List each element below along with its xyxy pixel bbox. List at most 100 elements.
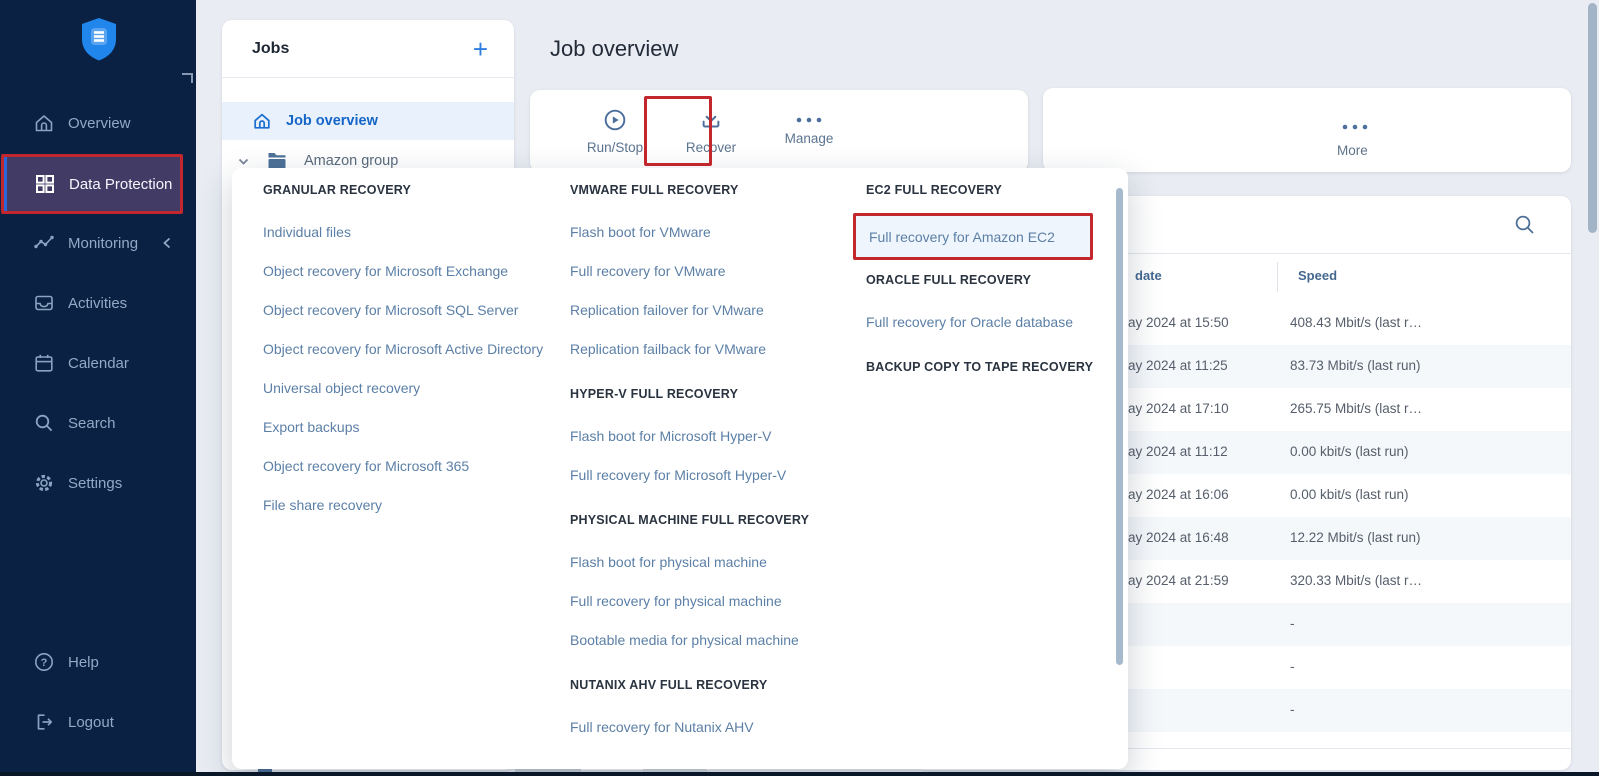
menu-item-object-recovery-exchange[interactable]: Object recovery for Microsoft Exchange (263, 251, 555, 290)
menu-item-full-recovery-hyper-v[interactable]: Full recovery for Microsoft Hyper-V (570, 455, 855, 494)
recover-menu-column-cloud: EC2 FULL RECOVERY Full recovery for Amaz… (853, 168, 1116, 389)
menu-section-vmware-full-recovery: VMWARE FULL RECOVERY Flash boot for VMwa… (570, 182, 855, 368)
sidebar-item-label: Calendar (68, 354, 129, 372)
menu-item-flash-boot-hyper-v[interactable]: Flash boot for Microsoft Hyper-V (570, 416, 855, 455)
run-stop-label: Run/Stop (586, 140, 644, 155)
cell-date: ay 2024 at 16:06 (1128, 487, 1229, 502)
chevron-down-icon[interactable] (236, 154, 251, 169)
grid-icon (34, 173, 56, 195)
menu-section-physical-machine-full-recovery: PHYSICAL MACHINE FULL RECOVERY Flash boo… (570, 512, 855, 659)
column-header-date[interactable]: date (1135, 268, 1162, 283)
sidebar-item-label: Search (68, 414, 116, 432)
menu-item-full-recovery-physical-machine[interactable]: Full recovery for physical machine (570, 581, 855, 620)
cell-speed: 0.00 kbit/s (last run) (1290, 444, 1409, 459)
sidebar-item-label: Data Protection (69, 175, 173, 193)
sidebar-item-settings[interactable]: Settings (0, 464, 196, 502)
cell-speed: 408.43 Mbit/s (last r… (1290, 315, 1423, 330)
run-stop-button[interactable]: Run/Stop (572, 100, 658, 162)
menu-item-full-recovery-nutanix-ahv[interactable]: Full recovery for Nutanix AHV (570, 707, 855, 746)
menu-item-universal-object-recovery[interactable]: Universal object recovery (263, 368, 555, 407)
sidebar-item-label: Settings (68, 474, 123, 492)
menu-section-backup-copy-to-tape-recovery: BACKUP COPY TO TAPE RECOVERY (866, 359, 1116, 375)
menu-section-title: NUTANIX AHV FULL RECOVERY (570, 678, 768, 692)
cell-speed: - (1290, 702, 1295, 717)
app-logo-shield-icon (80, 17, 118, 61)
cell-speed: 83.73 Mbit/s (last run) (1290, 358, 1421, 373)
sidebar-item-label: Monitoring (68, 234, 139, 252)
search-icon (33, 412, 55, 434)
stats-more-button[interactable]: More (1330, 108, 1400, 158)
cell-date: ay 2024 at 11:25 (1128, 358, 1228, 373)
menu-section-title: BACKUP COPY TO TAPE RECOVERY (866, 360, 1094, 374)
cell-speed: 320.33 Mbit/s (last r… (1290, 573, 1423, 588)
calendar-icon (33, 352, 55, 374)
sidebar-item-label: Overview (68, 114, 131, 132)
window-bottom-edge (0, 772, 1599, 776)
cell-speed: 265.75 Mbit/s (last r… (1290, 401, 1423, 416)
menu-item-object-recovery-active-directory[interactable]: Object recovery for Microsoft Active Dir… (263, 329, 555, 368)
menu-section-title: GRANULAR RECOVERY (263, 183, 412, 197)
table-search-icon[interactable] (1513, 213, 1537, 242)
column-divider (1277, 262, 1278, 292)
ellipsis-icon (1340, 118, 1370, 136)
menu-section-title: HYPER-V FULL RECOVERY (570, 387, 739, 401)
menu-item-bootable-media-physical-machine[interactable]: Bootable media for physical machine (570, 620, 855, 659)
sidebar-item-activities[interactable]: Activities (0, 284, 196, 322)
menu-item-replication-failback-vmware[interactable]: Replication failback for VMware (570, 329, 855, 368)
page-title: Job overview (550, 36, 679, 61)
sidebar-item-logout[interactable]: Logout (0, 703, 196, 741)
manage-label: Manage (784, 131, 834, 146)
menu-item-replication-failover-vmware[interactable]: Replication failover for VMware (570, 290, 855, 329)
home-icon (33, 112, 55, 134)
dropdown-scrollbar-thumb[interactable] (1116, 188, 1123, 665)
menu-section-nutanix-ahv-full-recovery: NUTANIX AHV FULL RECOVERY Full recovery … (570, 677, 855, 746)
sidebar-item-search[interactable]: Search (0, 404, 196, 442)
recover-dropdown-menu: GRANULAR RECOVERY Individual files Objec… (232, 168, 1128, 769)
gear-icon (33, 472, 55, 494)
menu-item-full-recovery-amazon-ec2[interactable]: Full recovery for Amazon EC2 (853, 213, 1093, 260)
chevron-left-icon[interactable] (161, 236, 172, 250)
manage-button[interactable]: Manage (766, 100, 852, 162)
sidebar-item-overview[interactable]: Overview (0, 104, 196, 142)
menu-item-object-recovery-microsoft-365[interactable]: Object recovery for Microsoft 365 (263, 446, 555, 485)
menu-section-title: VMWARE FULL RECOVERY (570, 183, 739, 197)
menu-item-flash-boot-vmware[interactable]: Flash boot for VMware (570, 212, 855, 251)
svg-text:?: ? (41, 657, 48, 669)
cell-speed: 12.22 Mbit/s (last run) (1290, 530, 1421, 545)
sidebar-item-help[interactable]: ? Help (0, 643, 196, 681)
menu-item-object-recovery-sql-server[interactable]: Object recovery for Microsoft SQL Server (263, 290, 555, 329)
menu-section-title: PHYSICAL MACHINE FULL RECOVERY (570, 513, 810, 527)
tree-item-job-overview[interactable]: Job overview (222, 102, 514, 140)
inbox-tray-icon (33, 292, 55, 314)
tree-item-label: Job overview (286, 113, 378, 129)
cell-date: ay 2024 at 11:12 (1128, 444, 1228, 459)
jobs-panel-title: Jobs (252, 39, 290, 57)
ellipsis-icon (795, 116, 823, 124)
add-job-button[interactable]: + (473, 36, 488, 62)
cell-date: ay 2024 at 21:59 (1128, 573, 1229, 588)
sidebar-collapse-handle[interactable] (182, 73, 193, 83)
sidebar-item-monitoring[interactable]: Monitoring (0, 224, 196, 262)
recover-menu-column-granular: GRANULAR RECOVERY Individual files Objec… (263, 168, 555, 524)
menu-item-export-backups[interactable]: Export backups (263, 407, 555, 446)
sidebar-item-calendar[interactable]: Calendar (0, 344, 196, 382)
cell-date: ay 2024 at 17:10 (1128, 401, 1229, 416)
play-circle-icon (602, 107, 628, 133)
column-header-speed[interactable]: Speed (1298, 268, 1337, 283)
menu-item-full-recovery-oracle-database[interactable]: Full recovery for Oracle database (866, 302, 1116, 341)
menu-item-file-share-recovery[interactable]: File share recovery (263, 485, 555, 524)
sidebar-item-label: Logout (68, 713, 114, 731)
menu-item-full-recovery-vmware[interactable]: Full recovery for VMware (570, 251, 855, 290)
menu-section-granular-recovery: GRANULAR RECOVERY Individual files Objec… (263, 182, 555, 524)
page-scrollbar-thumb[interactable] (1588, 3, 1597, 233)
menu-section-oracle-full-recovery: ORACLE FULL RECOVERY Full recovery for O… (866, 272, 1116, 341)
sidebar-item-data-protection[interactable]: Data Protection (1, 154, 183, 214)
recover-button[interactable]: Recover (668, 100, 754, 162)
download-tray-icon (698, 107, 724, 133)
menu-item-flash-boot-physical-machine[interactable]: Flash boot for physical machine (570, 542, 855, 581)
line-chart-icon (33, 232, 55, 254)
tree-item-label: Amazon group (304, 153, 399, 169)
sidebar-item-label: Help (68, 653, 99, 671)
more-label: More (1337, 143, 1368, 158)
menu-item-individual-files[interactable]: Individual files (263, 212, 555, 251)
